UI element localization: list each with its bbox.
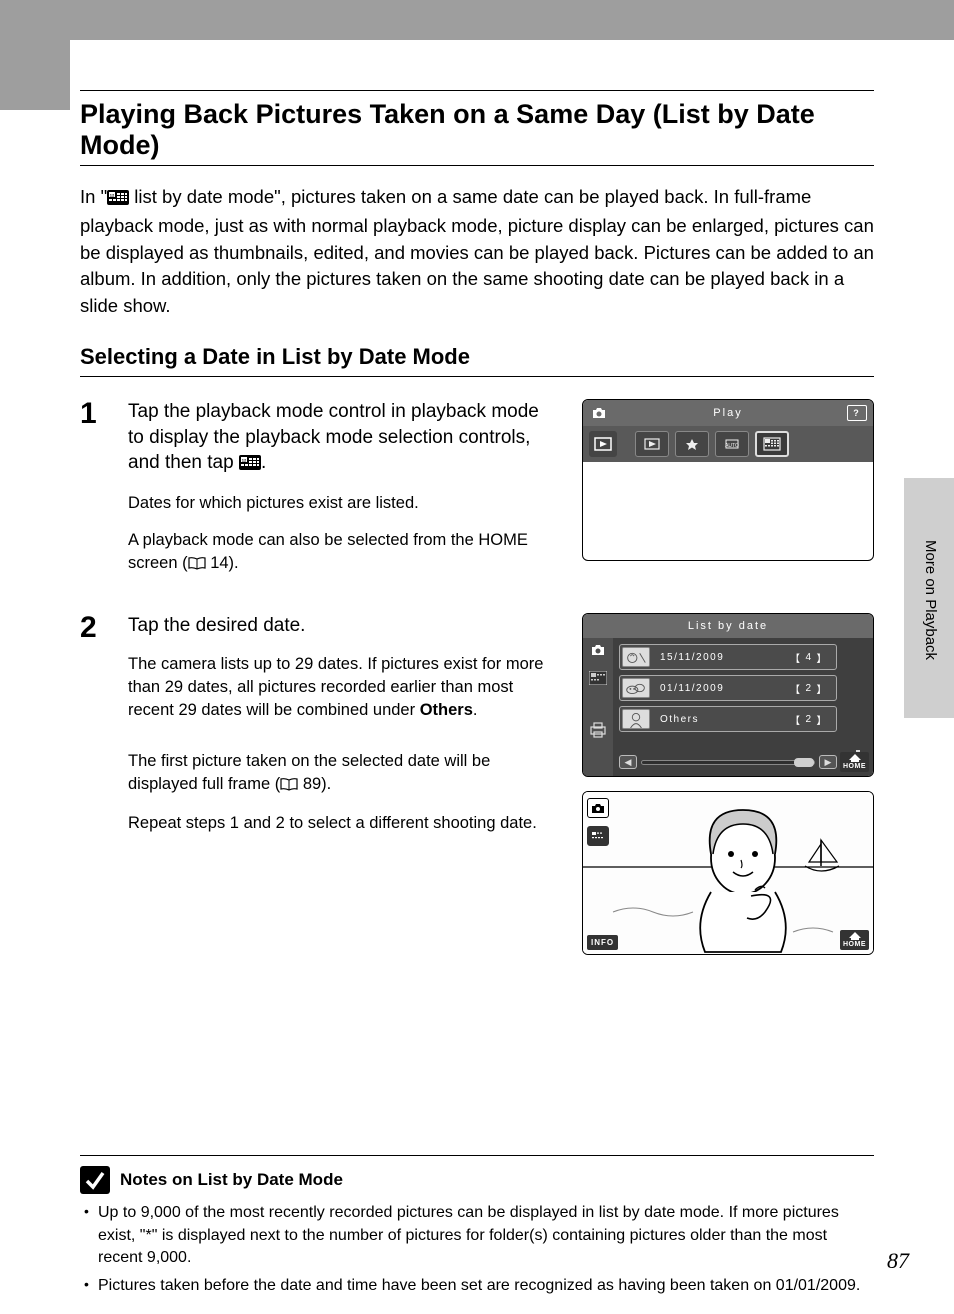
screen-title: Play bbox=[615, 407, 841, 419]
step-2: 2 Tap the desired date. The camera lists… bbox=[80, 613, 874, 955]
bracket: 】 bbox=[817, 681, 829, 696]
reference-icon bbox=[280, 775, 298, 798]
note-item: Pictures taken before the date and time … bbox=[84, 1275, 874, 1297]
preview-illustration bbox=[583, 792, 874, 954]
svg-text:12: 12 bbox=[110, 193, 115, 198]
camera-icon bbox=[587, 403, 611, 423]
camera-icon[interactable] bbox=[590, 644, 606, 659]
step-2-sub1: The camera lists up to 29 dates. If pict… bbox=[128, 653, 548, 722]
favorite-button[interactable] bbox=[675, 431, 709, 457]
notes-title: Notes on List by Date Mode bbox=[120, 1170, 343, 1190]
camera-icon[interactable] bbox=[587, 798, 609, 818]
date-count: 2 bbox=[805, 683, 812, 694]
date-thumbnail bbox=[622, 678, 650, 698]
list-by-date-button-icon: 12 bbox=[239, 452, 261, 478]
date-text: 01/11/2009 bbox=[660, 683, 786, 694]
date-row[interactable]: 01/11/2009 【 2 】 bbox=[619, 675, 837, 701]
step-2-sub1-text: The camera lists up to 29 dates. If pict… bbox=[128, 655, 543, 719]
reference-icon bbox=[188, 554, 206, 577]
note-check-icon bbox=[80, 1166, 110, 1194]
auto-sort-button[interactable]: AUTO bbox=[715, 431, 749, 457]
home-label-text: HOME bbox=[843, 941, 866, 948]
bracket: 【 bbox=[790, 650, 802, 665]
bracket: 】 bbox=[817, 712, 829, 727]
date-count: 4 bbox=[805, 652, 812, 663]
preview-left-icons bbox=[587, 798, 609, 846]
bracket: 】 bbox=[817, 650, 829, 665]
step-2-instruction: Tap the desired date. bbox=[128, 613, 548, 639]
step-2-sub1-bold: Others bbox=[420, 701, 473, 719]
bracket: 【 bbox=[790, 712, 802, 727]
page-title: Playing Back Pictures Taken on a Same Da… bbox=[80, 90, 874, 165]
screen-topbar: List by date bbox=[583, 614, 873, 638]
left-icon-strip bbox=[583, 638, 613, 776]
section-tab-label: More on Playback bbox=[922, 540, 939, 660]
list-by-date-icon[interactable] bbox=[589, 671, 607, 688]
date-row[interactable]: Others 【 2 】 bbox=[619, 706, 837, 732]
step-1-instruction: Tap the playback mode control in playbac… bbox=[128, 399, 548, 478]
date-list-body: HOME 15/11/2009 【 4 】 01/11/2009 bbox=[583, 638, 873, 776]
scroll-thumb[interactable] bbox=[794, 758, 814, 767]
page-header-left-block bbox=[0, 40, 70, 110]
step-1-text-end: . bbox=[261, 452, 266, 473]
bracket: 【 bbox=[790, 681, 802, 696]
step-2-sub1-end: . bbox=[473, 701, 478, 719]
normal-playback-button[interactable] bbox=[635, 431, 669, 457]
svg-text:AUTO: AUTO bbox=[725, 443, 739, 449]
notes-list: Up to 9,000 of the most recently recorde… bbox=[80, 1202, 874, 1298]
notes-section: Notes on List by Date Mode Up to 9,000 o… bbox=[80, 1155, 874, 1298]
step-1-sub1: Dates for which pictures exist are liste… bbox=[128, 492, 548, 515]
date-text: Others bbox=[660, 714, 786, 725]
step-2-ref: 89). bbox=[298, 775, 331, 793]
home-label-text: HOME bbox=[843, 763, 866, 770]
intro-text-after: list by date mode", pictures taken on a … bbox=[80, 186, 874, 316]
title-rule bbox=[80, 165, 874, 166]
svg-text:12: 12 bbox=[242, 458, 247, 463]
step-2-sub3: Repeat steps 1 and 2 to select a differe… bbox=[128, 812, 548, 835]
page-number: 87 bbox=[887, 1248, 909, 1274]
info-button[interactable]: INFO bbox=[587, 935, 618, 950]
list-by-date-screen: List by date HOME bbox=[582, 613, 874, 777]
list-by-date-icon[interactable] bbox=[587, 826, 609, 846]
right-icon-strip: HOME bbox=[843, 638, 873, 776]
preview-body: INFO HOME bbox=[583, 792, 873, 954]
scroll-left-button[interactable]: ◀ bbox=[619, 755, 637, 769]
help-icon: ? bbox=[845, 403, 869, 423]
date-text: 15/11/2009 bbox=[660, 652, 786, 663]
mode-toolbar: AUTO bbox=[583, 426, 873, 462]
note-item: Up to 9,000 of the most recently recorde… bbox=[84, 1202, 874, 1269]
notes-header: Notes on List by Date Mode bbox=[80, 1166, 874, 1194]
step-1-sub2: A playback mode can also be selected fro… bbox=[128, 529, 548, 577]
playback-mode-screen: Play ? AU bbox=[582, 399, 874, 561]
step-1-text: Tap the playback mode control in playbac… bbox=[128, 401, 539, 473]
step-1-ref: 14). bbox=[206, 554, 239, 572]
intro-text-before: In " bbox=[80, 186, 107, 207]
scroll-right-button[interactable]: ▶ bbox=[819, 755, 837, 769]
intro-paragraph: In "12 list by date mode", pictures take… bbox=[80, 184, 874, 320]
step-number: 1 bbox=[80, 399, 110, 591]
page-header-bar bbox=[0, 0, 954, 40]
scroll-bar: ◀ ▶ bbox=[619, 754, 837, 770]
date-list: 15/11/2009 【 4 】 01/11/2009 【 2 】 bbox=[619, 644, 837, 737]
date-thumbnail bbox=[622, 709, 650, 729]
date-count: 2 bbox=[805, 714, 812, 725]
playback-mode-control-icon[interactable] bbox=[589, 431, 617, 457]
section-heading: Selecting a Date in List by Date Mode bbox=[80, 344, 874, 377]
list-by-date-button[interactable] bbox=[755, 431, 789, 457]
step-number: 2 bbox=[80, 613, 110, 955]
step-2-sub2: The first picture taken on the selected … bbox=[128, 750, 548, 798]
print-icon[interactable] bbox=[589, 722, 607, 741]
step-1: 1 Tap the playback mode control in playb… bbox=[80, 399, 874, 591]
screen-title: List by date bbox=[613, 620, 843, 632]
date-row[interactable]: 15/11/2009 【 4 】 bbox=[619, 644, 837, 670]
svg-text:?: ? bbox=[853, 408, 861, 418]
date-thumbnail bbox=[622, 647, 650, 667]
list-by-date-mode-icon: 12 bbox=[107, 186, 129, 213]
home-button[interactable]: HOME bbox=[840, 752, 869, 772]
home-button[interactable]: HOME bbox=[840, 930, 869, 950]
full-frame-preview-screen: INFO HOME bbox=[582, 791, 874, 955]
screen-topbar: Play ? bbox=[583, 400, 873, 426]
scroll-track[interactable] bbox=[641, 760, 815, 765]
